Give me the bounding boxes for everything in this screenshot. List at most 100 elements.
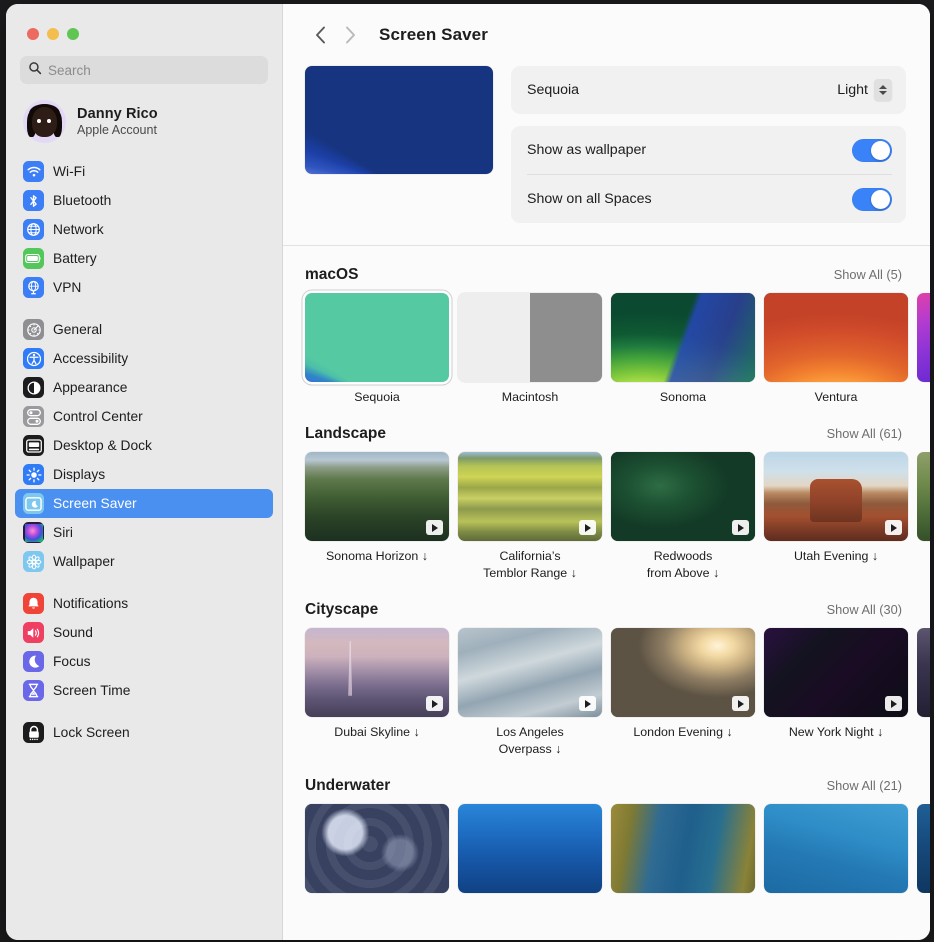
speaker-icon	[23, 622, 44, 643]
sidebar-item-wi-fi[interactable]: Wi-Fi	[15, 157, 273, 186]
show-all-link[interactable]: Show All (5)	[834, 267, 902, 282]
sidebar-item-screen-time[interactable]: Screen Time	[15, 676, 273, 705]
show-as-wallpaper-label: Show as wallpaper	[527, 142, 646, 158]
sidebar-item-lock-screen[interactable]: Lock Screen	[15, 718, 273, 747]
sidebar-item-battery[interactable]: Battery	[15, 244, 273, 273]
screen-saver-thumbnail[interactable]	[611, 293, 755, 382]
sidebar-item-sound[interactable]: Sound	[15, 618, 273, 647]
lock-icon	[23, 722, 44, 743]
minimize-button[interactable]	[47, 28, 59, 40]
apple-account-row[interactable]: Danny Rico Apple Account	[6, 84, 282, 153]
up-down-chevron-icon	[874, 79, 892, 101]
section-header: UnderwaterShow All (21)	[305, 777, 930, 795]
thumbnail-cell[interactable]	[305, 804, 449, 893]
screen-saver-thumbnail[interactable]	[917, 452, 930, 541]
thumbnail-cell[interactable]: Sequoia	[305, 293, 449, 405]
thumbnail-cell[interactable]: Utah Evening ↓	[764, 452, 908, 581]
thumbnail-cell[interactable]: Sonoma	[611, 293, 755, 405]
sidebar-item-label: Wallpaper	[53, 554, 115, 569]
show-all-link[interactable]: Show All (21)	[827, 778, 902, 793]
play-icon	[732, 520, 749, 535]
screen-saver-thumbnail[interactable]	[611, 628, 755, 717]
thumbnail-cell[interactable]: London Evening ↓	[611, 628, 755, 757]
vpn-globe-icon	[23, 277, 44, 298]
screen-saver-thumbnail[interactable]	[764, 293, 908, 382]
appearance-popup-button[interactable]: Light	[837, 79, 892, 101]
show-on-all-spaces-toggle[interactable]	[852, 188, 892, 211]
sidebar-item-displays[interactable]: Displays	[15, 460, 273, 489]
sidebar-item-bluetooth[interactable]: Bluetooth	[15, 186, 273, 215]
forward-button[interactable]	[335, 20, 365, 50]
screen-saver-thumbnail[interactable]	[305, 628, 449, 717]
sidebar-item-notifications[interactable]: Notifications	[15, 589, 273, 618]
back-button[interactable]	[305, 20, 335, 50]
show-all-link[interactable]: Show All (30)	[827, 602, 902, 617]
show-on-all-spaces-row: Show on all Spaces	[511, 175, 906, 223]
thumbnail-label: Dubai Skyline ↓	[305, 724, 449, 740]
screen-saver-thumbnail[interactable]	[764, 628, 908, 717]
screen-saver-thumbnail[interactable]	[917, 804, 930, 893]
screen-saver-thumbnail[interactable]	[305, 452, 449, 541]
thumbnail-cell[interactable]: Dubai Skyline ↓	[305, 628, 449, 757]
sidebar-item-screen-saver[interactable]: Screen Saver	[15, 489, 273, 518]
thumbnail-cell[interactable]	[611, 804, 755, 893]
screen-saver-thumbnail[interactable]	[611, 804, 755, 893]
sidebar-item-label: Screen Saver	[53, 496, 137, 511]
search-box[interactable]	[20, 56, 268, 84]
account-subtitle: Apple Account	[77, 123, 158, 137]
thumbnail-cell[interactable]: New York Night ↓	[764, 628, 908, 757]
screen-saver-thumbnail[interactable]	[458, 452, 602, 541]
play-icon	[579, 520, 596, 535]
thumbnail-cell[interactable]: Redwoodsfrom Above ↓	[611, 452, 755, 581]
show-all-link[interactable]: Show All (61)	[827, 426, 902, 441]
thumbnail-artwork	[611, 804, 755, 893]
thumbnail-cell[interactable]	[917, 452, 930, 581]
thumbnail-cell[interactable]	[917, 628, 930, 757]
screen-saver-thumbnail[interactable]	[305, 293, 449, 382]
thumbnail-cell[interactable]	[458, 804, 602, 893]
search-icon	[28, 61, 42, 80]
close-button[interactable]	[27, 28, 39, 40]
thumbnail-row: Dubai Skyline ↓ Los AngelesOverpass ↓Lond…	[305, 628, 930, 757]
sidebar-item-control-center[interactable]: Control Center	[15, 402, 273, 431]
thumbnail-cell[interactable]: Los AngelesOverpass ↓	[458, 628, 602, 757]
sidebar-item-appearance[interactable]: Appearance	[15, 373, 273, 402]
thumbnail-cell[interactable]: Macintosh	[458, 293, 602, 405]
screen-saver-thumbnail[interactable]	[611, 452, 755, 541]
sidebar-item-focus[interactable]: Focus	[15, 647, 273, 676]
screen-saver-thumbnail[interactable]	[764, 452, 908, 541]
sidebar-item-desktop-dock[interactable]: Desktop & Dock	[15, 431, 273, 460]
zoom-button[interactable]	[67, 28, 79, 40]
wallpaper-icon	[23, 551, 44, 572]
thumbnail-artwork	[764, 293, 908, 382]
sidebar-item-vpn[interactable]: VPN	[15, 273, 273, 302]
screen-saver-thumbnail[interactable]	[764, 804, 908, 893]
play-icon	[426, 696, 443, 711]
thumbnail-cell[interactable]: Sonoma Horizon ↓	[305, 452, 449, 581]
screen-saver-preview[interactable]	[305, 66, 493, 174]
sidebar-item-accessibility[interactable]: Accessibility	[15, 344, 273, 373]
thumbnail-cell[interactable]: California’sTemblor Range ↓	[458, 452, 602, 581]
sidebar-item-label: Desktop & Dock	[53, 438, 152, 453]
sidebar-item-network[interactable]: Network	[15, 215, 273, 244]
thumbnail-label: Macintosh	[458, 389, 602, 405]
sidebar-item-wallpaper[interactable]: Wallpaper	[15, 547, 273, 576]
screen-saver-thumbnail[interactable]	[305, 804, 449, 893]
sidebar-item-label: Wi-Fi	[53, 164, 85, 179]
screen-saver-thumbnail[interactable]	[917, 293, 930, 382]
thumbnail-cell[interactable]	[917, 804, 930, 893]
show-as-wallpaper-toggle[interactable]	[852, 139, 892, 162]
thumbnail-artwork	[305, 804, 449, 893]
screen-saver-thumbnail[interactable]	[458, 293, 602, 382]
account-name: Danny Rico	[77, 106, 158, 122]
screen-saver-thumbnail[interactable]	[458, 628, 602, 717]
screen-saver-thumbnail[interactable]	[458, 804, 602, 893]
sidebar-item-siri[interactable]: Siri	[15, 518, 273, 547]
thumbnail-cell[interactable]	[917, 293, 930, 405]
thumbnail-cell[interactable]: Ventura	[764, 293, 908, 405]
thumbnail-cell[interactable]	[764, 804, 908, 893]
sidebar-item-general[interactable]: General	[15, 315, 273, 344]
wifi-icon	[23, 161, 44, 182]
search-input[interactable]	[48, 63, 260, 78]
screen-saver-thumbnail[interactable]	[917, 628, 930, 717]
